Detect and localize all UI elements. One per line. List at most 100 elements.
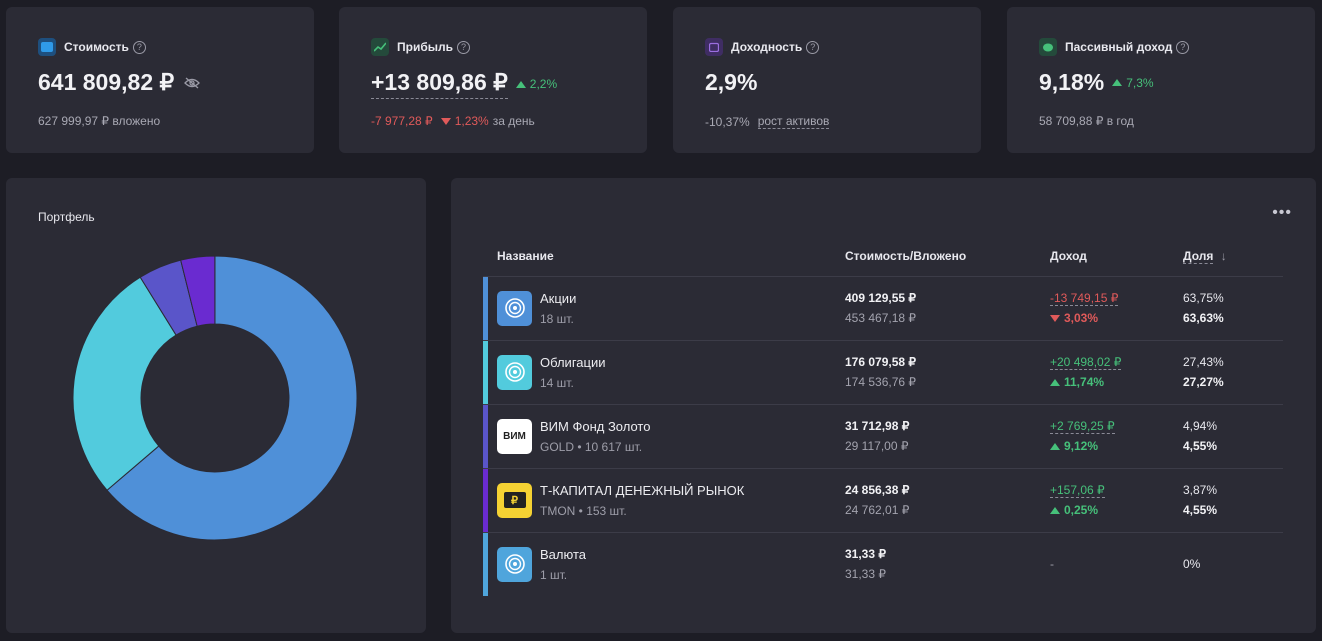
asset-share: 27,43%	[1183, 355, 1224, 369]
arrow-up-icon	[1050, 378, 1060, 386]
stat-title: Прибыль	[397, 40, 453, 54]
income-value[interactable]: +157,06 ₽	[1050, 483, 1105, 498]
income-value: -	[1050, 557, 1054, 572]
stat-change: 2,2%	[515, 77, 557, 91]
table-row[interactable]: ВИМ ВИМ Фонд Золото GOLD • 10 617 шт. 31 71…	[483, 404, 1283, 469]
row-color-bar	[483, 532, 488, 596]
table-row[interactable]: Валюта 1 шт. 31,33 ₽ 31,33 ₽ - 0%	[483, 532, 1283, 596]
sub-value: -10,37%	[705, 114, 750, 129]
stat-value[interactable]: +13 809,86 ₽	[371, 69, 508, 99]
stat-card-yield: Доходность ? 2,9% -10,37% рост активов	[673, 7, 981, 153]
stat-header: Стоимость ?	[38, 38, 146, 56]
header-share[interactable]: Доля ↓	[1183, 236, 1283, 277]
row-color-bar	[483, 276, 488, 340]
wallet-icon	[38, 38, 56, 56]
help-icon[interactable]: ?	[132, 40, 146, 54]
asset-logo-icon	[504, 362, 525, 382]
asset-name[interactable]: ВИМ Фонд Золото	[540, 419, 650, 434]
income-pct: 9,12%	[1064, 439, 1099, 453]
asset-share: 0%	[1183, 557, 1201, 572]
table-row[interactable]: ₽ Т-КАПИТАЛ ДЕНЕЖНЫЙ РЫНОК TMON • 153 шт. 2…	[483, 468, 1283, 533]
assets-card: ••• Название Стоимость/Вложено Доход Дол…	[451, 178, 1316, 633]
stat-card-profit: Прибыль ? +13 809,86 ₽ 2,2% -7 977,28 ₽ …	[339, 7, 647, 153]
day-pct: 1,23%	[454, 114, 489, 128]
arrow-up-icon	[1050, 506, 1060, 514]
asset-name[interactable]: Т-КАПИТАЛ ДЕНЕЖНЫЙ РЫНОК	[540, 483, 744, 498]
asset-value: 24 856,38 ₽	[845, 483, 910, 497]
table-row[interactable]: Облигации 14 шт. 176 079,58 ₽ 174 536,76 ₽ +…	[483, 340, 1283, 405]
income-value[interactable]: +2 769,25 ₽	[1050, 419, 1115, 434]
asset-sub: GOLD • 10 617 шт.	[540, 439, 643, 454]
tinkoff-logo-icon: ₽	[503, 492, 526, 508]
asset-logo-icon	[504, 554, 525, 575]
more-options-icon[interactable]: •••	[1272, 204, 1292, 222]
asset-share: 63,75%	[1183, 291, 1224, 305]
income-pct: 0,25%	[1064, 503, 1099, 517]
asset-logo-icon	[504, 298, 525, 318]
sub-label[interactable]: рост активов	[757, 114, 830, 129]
arrow-down-icon	[440, 117, 451, 125]
asset-share-target: 4,55%	[1183, 503, 1218, 517]
calendar-icon	[705, 38, 723, 56]
header-value[interactable]: Стоимость/Вложено	[845, 236, 1050, 277]
stat-title: Стоимость	[64, 40, 129, 54]
portfolio-donut-chart	[72, 255, 358, 541]
asset-name[interactable]: Облигации	[540, 355, 605, 370]
help-icon[interactable]: ?	[1176, 40, 1190, 54]
stat-value: 641 809,82 ₽	[38, 69, 175, 95]
income-value[interactable]: +20 498,02 ₽	[1050, 355, 1122, 370]
asset-sub: 14 шт.	[540, 375, 574, 390]
assets-table: Название Стоимость/Вложено Доход Доля ↓ …	[483, 236, 1283, 596]
help-icon[interactable]: ?	[806, 40, 820, 54]
stat-sub: -10,37% рост активов	[705, 114, 830, 129]
asset-name[interactable]: Акции	[540, 291, 576, 306]
stat-title: Пассивный доход	[1065, 40, 1173, 54]
row-color-bar	[483, 468, 488, 532]
arrow-up-icon	[1050, 442, 1060, 450]
header-name[interactable]: Название	[497, 236, 845, 277]
stat-value: 2,9%	[705, 69, 758, 95]
arrow-up-icon	[1112, 79, 1123, 86]
row-color-bar	[483, 340, 488, 404]
asset-sub: TMON • 153 шт.	[540, 503, 627, 518]
header-income[interactable]: Доход	[1050, 236, 1183, 277]
portfolio-card: Портфель	[6, 178, 426, 633]
asset-logo	[497, 354, 532, 390]
table-row[interactable]: Акции 18 шт. 409 129,55 ₽ 453 467,18 ₽ -13 7…	[483, 276, 1283, 341]
asset-share: 3,87%	[1183, 483, 1218, 497]
asset-value: 31,33 ₽	[845, 547, 886, 562]
stat-sub: -7 977,28 ₽ 1,23% за день	[371, 114, 535, 128]
asset-invested: 174 536,76 ₽	[845, 375, 917, 389]
asset-logo: ВИМ	[497, 418, 532, 454]
asset-logo	[497, 290, 532, 326]
income-pct: 11,74%	[1064, 375, 1105, 389]
sort-desc-icon[interactable]: ↓	[1221, 249, 1227, 263]
asset-logo	[497, 546, 532, 582]
eye-off-icon[interactable]	[184, 77, 201, 89]
asset-sub: 1 шт.	[540, 567, 568, 582]
arrow-down-icon	[1050, 314, 1060, 322]
vim-logo-icon: ВИМ	[503, 430, 526, 442]
asset-value: 409 129,55 ₽	[845, 291, 917, 305]
asset-invested: 31,33 ₽	[845, 567, 886, 582]
stat-value: 9,18%	[1039, 69, 1105, 95]
piggy-bank-icon	[1039, 38, 1057, 56]
asset-invested: 29 117,00 ₽	[845, 439, 909, 453]
day-value: -7 977,28 ₽	[371, 114, 433, 128]
asset-value: 31 712,98 ₽	[845, 419, 910, 433]
day-label: за день	[492, 114, 535, 128]
income-pct: 3,03%	[1064, 311, 1099, 325]
arrow-up-icon	[515, 80, 526, 88]
chart-line-icon	[371, 38, 389, 56]
asset-sub: 18 шт.	[540, 311, 574, 326]
stat-sub: 627 999,97 ₽ вложено	[38, 114, 161, 128]
stat-card-value: Стоимость ? 641 809,82 ₽ 627 999,97 ₽ вл…	[6, 7, 314, 153]
stat-card-passive: Пассивный доход ? 9,18% 7,3% 58 709,88 ₽…	[1007, 7, 1315, 153]
stat-change: 7,3%	[1112, 76, 1154, 90]
income-value[interactable]: -13 749,15 ₽	[1050, 291, 1119, 306]
help-icon[interactable]: ?	[457, 40, 470, 54]
stat-title: Доходность	[731, 40, 803, 54]
asset-name[interactable]: Валюта	[540, 547, 586, 562]
row-color-bar	[483, 404, 488, 468]
asset-invested: 453 467,18 ₽	[845, 311, 917, 325]
